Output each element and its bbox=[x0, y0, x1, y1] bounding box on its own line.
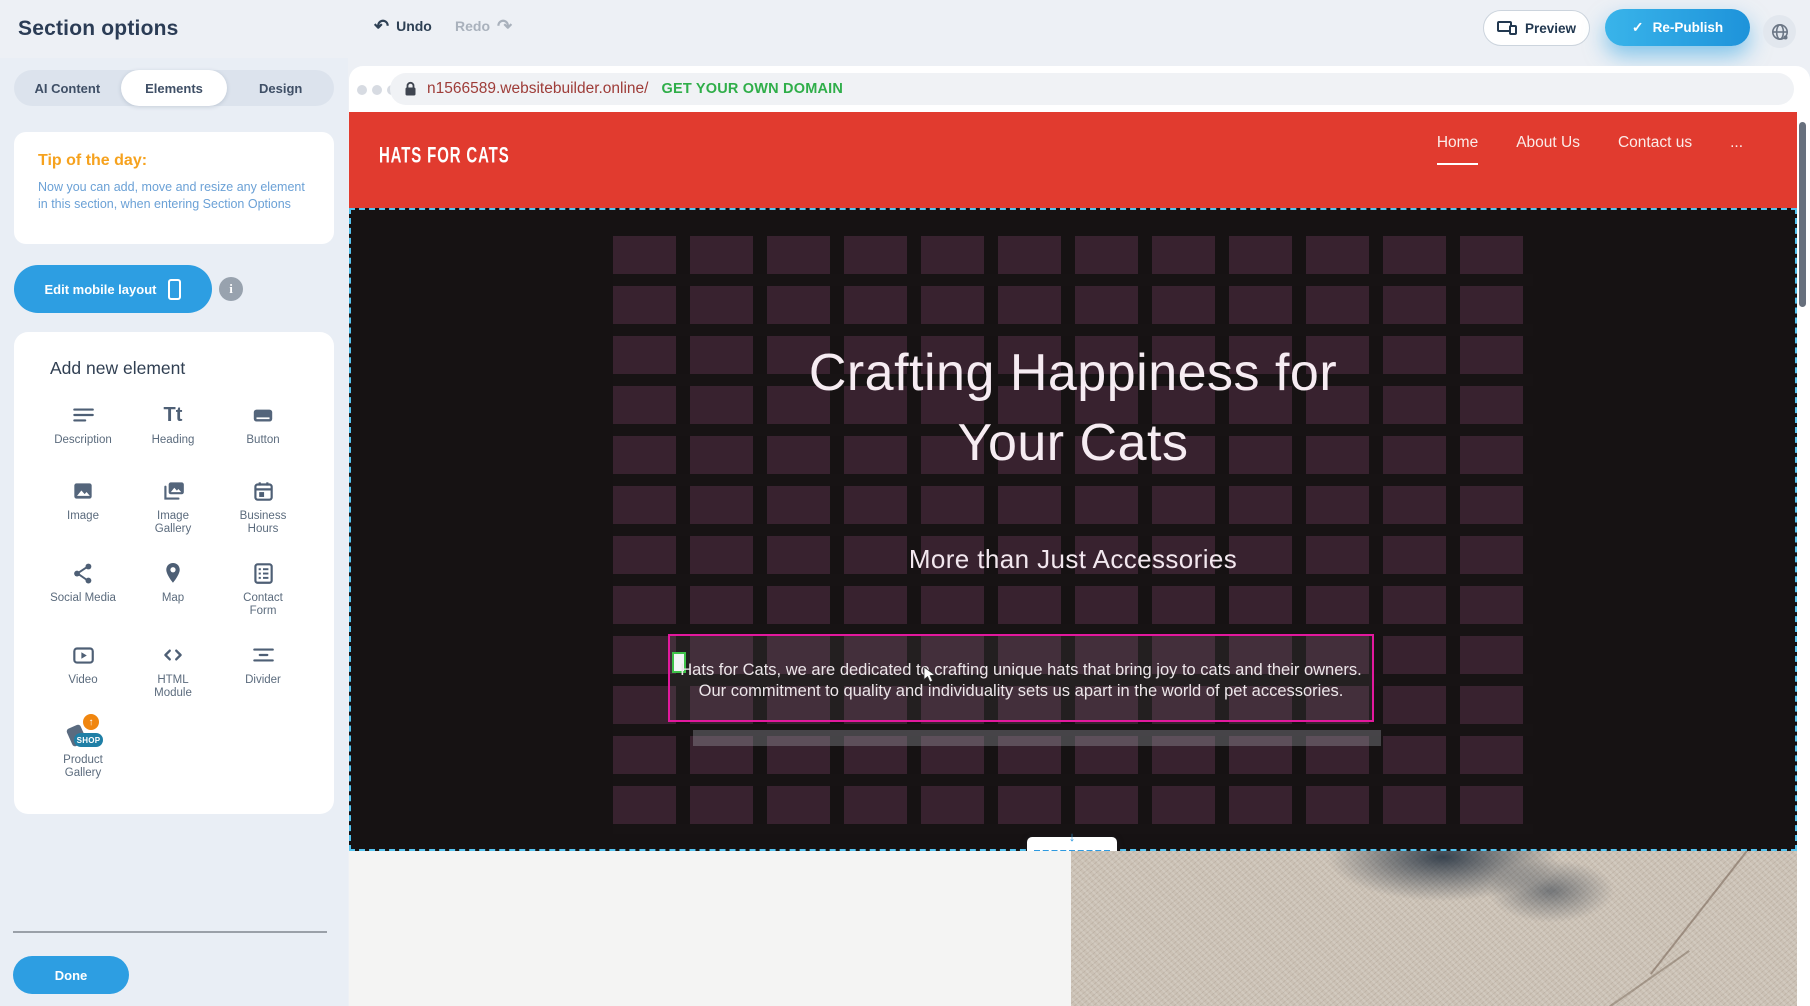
next-section[interactable] bbox=[349, 851, 1797, 1006]
panel-divider bbox=[13, 931, 327, 933]
add-element-business-hours[interactable]: Business Hours bbox=[218, 470, 308, 552]
hero-heading[interactable]: Crafting Happiness for Your Cats bbox=[349, 338, 1797, 478]
add-element-title: Add new element bbox=[50, 358, 185, 379]
shop-badge: SHOP bbox=[74, 733, 103, 747]
window-dot-1 bbox=[357, 85, 367, 95]
tip-title: Tip of the day: bbox=[38, 152, 310, 170]
redo-icon: ↷ bbox=[497, 17, 512, 35]
arrow-down-icon: ↓ bbox=[1027, 831, 1117, 843]
preview-button[interactable]: Preview bbox=[1483, 10, 1590, 46]
nav-contact-us[interactable]: Contact us bbox=[1618, 134, 1692, 163]
tab-elements[interactable]: Elements bbox=[121, 70, 228, 106]
image-gallery-icon bbox=[160, 476, 186, 506]
selected-text-element[interactable]: Hats for Cats, we are dedicated to craft… bbox=[668, 634, 1374, 722]
image-icon bbox=[70, 476, 96, 506]
element-margin-indicator bbox=[693, 730, 1381, 746]
contact-form-icon bbox=[250, 558, 276, 588]
add-element-divider[interactable]: Divider bbox=[218, 634, 308, 714]
add-element-html-module[interactable]: HTML Module bbox=[128, 634, 218, 714]
edit-mobile-layout-button[interactable]: Edit mobile layout bbox=[14, 265, 212, 313]
mouse-cursor bbox=[923, 666, 937, 684]
site-viewport: HATS FOR CATS Home About Us Contact us .… bbox=[349, 112, 1797, 1006]
add-element-button[interactable]: Button bbox=[218, 394, 308, 470]
address-bar: n1566589.websitebuilder.online/ GET YOUR… bbox=[390, 73, 1794, 105]
section-options-panel: AI Content Elements Design Tip of the da… bbox=[0, 58, 348, 1006]
add-element-image-gallery[interactable]: Image Gallery bbox=[128, 470, 218, 552]
next-section-blank-area bbox=[349, 851, 1071, 1006]
site-header: HATS FOR CATS Home About Us Contact us .… bbox=[349, 112, 1797, 208]
site-logo[interactable]: HATS FOR CATS bbox=[379, 143, 510, 169]
redo-button[interactable]: Redo ↷ bbox=[455, 17, 512, 35]
check-icon: ✓ bbox=[1632, 19, 1644, 36]
globe-icon bbox=[1770, 22, 1790, 42]
page-title: Section options bbox=[18, 17, 179, 41]
nav-more-menu[interactable]: ... bbox=[1730, 134, 1743, 163]
element-grid: Description Tt Heading Button Ima bbox=[38, 394, 308, 796]
nav-about-us[interactable]: About Us bbox=[1516, 134, 1580, 163]
floor-photo bbox=[1071, 851, 1797, 1006]
add-element-description[interactable]: Description bbox=[38, 394, 128, 470]
product-gallery-shop-icon: ↑ SHOP bbox=[63, 720, 103, 750]
hero-section[interactable]: Crafting Happiness for Your Cats More th… bbox=[349, 208, 1797, 851]
add-element-image[interactable]: Image bbox=[38, 470, 128, 552]
undo-button[interactable]: ↶ Undo bbox=[374, 17, 432, 35]
add-element-product-gallery[interactable]: ↑ SHOP Product Gallery bbox=[38, 714, 128, 796]
tab-ai-content[interactable]: AI Content bbox=[14, 70, 121, 106]
hero-paragraph[interactable]: Hats for Cats, we are dedicated to craft… bbox=[670, 660, 1372, 702]
business-hours-icon bbox=[250, 476, 276, 506]
add-element-heading[interactable]: Tt Heading bbox=[128, 394, 218, 470]
add-element-contact-form[interactable]: Contact Form bbox=[218, 552, 308, 634]
code-icon bbox=[160, 640, 186, 670]
map-pin-icon bbox=[160, 558, 186, 588]
tip-body: Now you can add, move and resize any ele… bbox=[38, 179, 310, 213]
tip-of-the-day-card: Tip of the day: Now you can add, move an… bbox=[14, 132, 334, 244]
site-nav: Home About Us Contact us ... bbox=[1437, 134, 1743, 165]
add-new-element-card: Add new element Description Tt Heading bbox=[14, 332, 334, 814]
devices-icon bbox=[1497, 21, 1517, 35]
add-element-social-media[interactable]: Social Media bbox=[38, 552, 128, 634]
add-element-map[interactable]: Map bbox=[128, 552, 218, 634]
done-button[interactable]: Done bbox=[13, 956, 129, 994]
language-globe-button[interactable] bbox=[1763, 15, 1796, 48]
page-scrollbar[interactable] bbox=[1799, 122, 1806, 307]
upgrade-badge-icon: ↑ bbox=[83, 714, 99, 730]
divider-icon bbox=[250, 640, 276, 670]
get-your-own-domain-link[interactable]: GET YOUR OWN DOMAIN bbox=[661, 81, 843, 97]
button-icon bbox=[250, 400, 276, 430]
hero-subheading[interactable]: More than Just Accessories bbox=[349, 544, 1797, 575]
panel-tabs: AI Content Elements Design bbox=[14, 70, 334, 106]
mobile-phone-icon bbox=[168, 279, 181, 300]
website-builder-app: Section options ↶ Undo Redo ↷ Preview ✓ … bbox=[0, 0, 1810, 1006]
social-media-icon bbox=[70, 558, 96, 588]
browser-preview-frame: n1566589.websitebuilder.online/ GET YOUR… bbox=[349, 66, 1810, 1006]
site-url: n1566589.websitebuilder.online/ bbox=[427, 80, 648, 98]
window-dot-2 bbox=[372, 85, 382, 95]
heading-icon: Tt bbox=[164, 400, 183, 430]
republish-button[interactable]: ✓ Re-Publish bbox=[1605, 9, 1750, 46]
add-element-video[interactable]: Video bbox=[38, 634, 128, 714]
video-icon bbox=[70, 640, 96, 670]
description-icon bbox=[70, 400, 96, 430]
tab-design[interactable]: Design bbox=[227, 70, 334, 106]
nav-home[interactable]: Home bbox=[1437, 134, 1478, 165]
undo-icon: ↶ bbox=[374, 17, 389, 35]
lock-icon bbox=[404, 81, 417, 97]
info-icon[interactable]: i bbox=[219, 277, 243, 301]
